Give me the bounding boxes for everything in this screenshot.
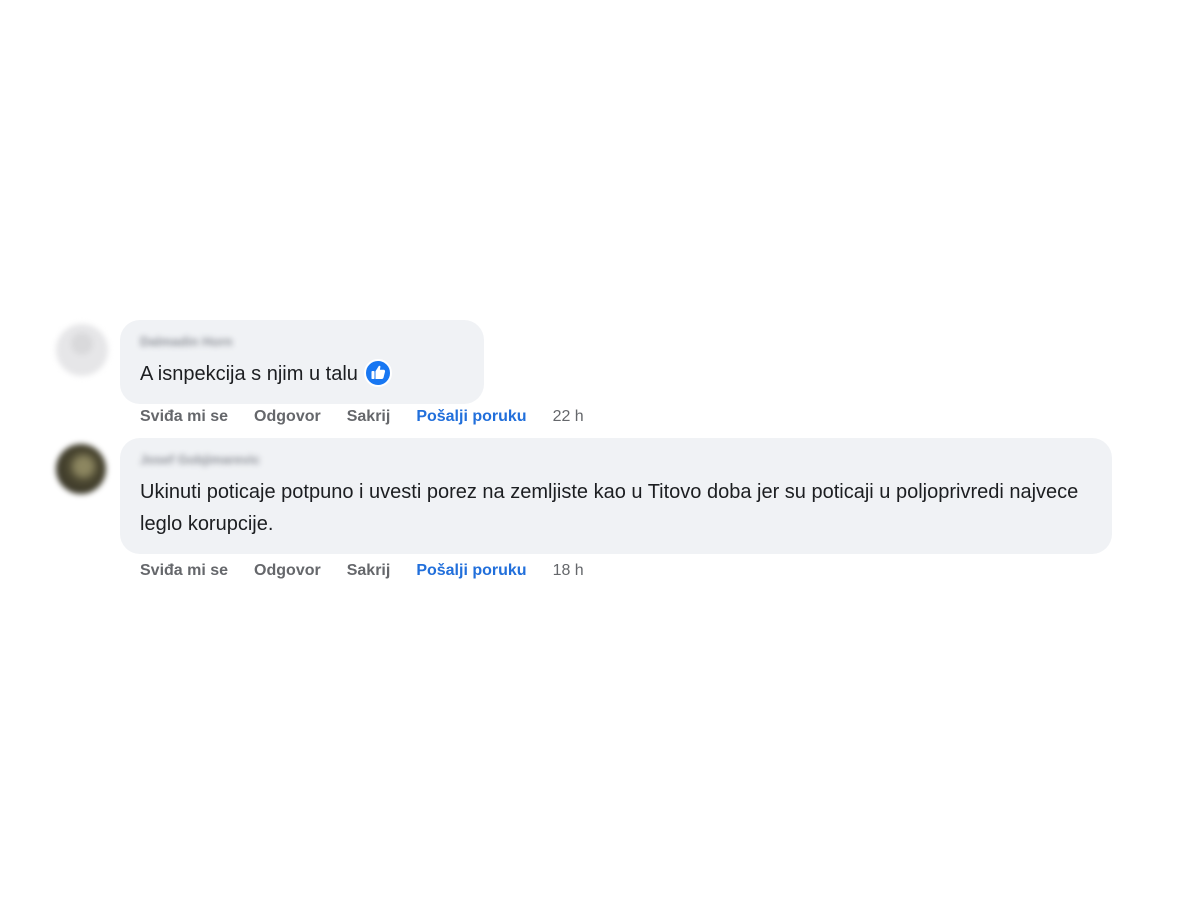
comment-author[interactable]: Dalmadin Horn: [140, 334, 466, 349]
comment-text: Ukinuti poticaje potpuno i uvesti porez …: [140, 481, 1079, 535]
like-button[interactable]: Sviđa mi se: [140, 408, 228, 426]
reply-button[interactable]: Odgovor: [254, 562, 321, 580]
send-message-button[interactable]: Pošalji poruku: [416, 408, 526, 426]
comment-actions: Sviđa mi se Odgovor Sakrij Pošalji poruk…: [140, 562, 584, 580]
comment-author[interactable]: Josef Gobjimarevic: [140, 452, 1094, 467]
send-message-button[interactable]: Pošalji poruku: [416, 562, 526, 580]
like-icon[interactable]: [363, 358, 392, 387]
comment-text-content: A isnpekcija s njim u talu: [140, 363, 358, 385]
comment-thread: Dalmadin Horn A isnpekcija s njim u talu…: [0, 0, 1200, 900]
comment-text: A isnpekcija s njim u talu: [140, 358, 466, 390]
comment-timestamp[interactable]: 22 h: [553, 408, 584, 426]
avatar[interactable]: [56, 324, 108, 376]
comment-actions: Sviđa mi se Odgovor Sakrij Pošalji poruk…: [140, 408, 584, 426]
comment-timestamp[interactable]: 18 h: [553, 562, 584, 580]
like-button[interactable]: Sviđa mi se: [140, 562, 228, 580]
hide-button[interactable]: Sakrij: [347, 562, 391, 580]
avatar[interactable]: [56, 444, 106, 494]
comment-bubble: Dalmadin Horn A isnpekcija s njim u talu: [120, 320, 484, 404]
reply-button[interactable]: Odgovor: [254, 408, 321, 426]
hide-button[interactable]: Sakrij: [347, 408, 391, 426]
comment-bubble: Josef Gobjimarevic Ukinuti poticaje potp…: [120, 438, 1112, 554]
